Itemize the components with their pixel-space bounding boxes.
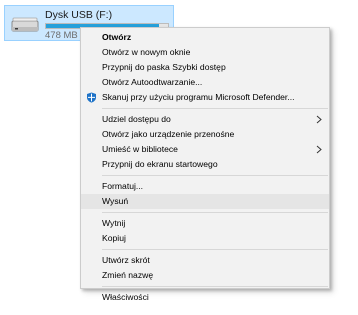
menu-item-label: Kopiuj [102,233,126,243]
menu-item-open-portable-device[interactable]: Otwórz jako urządzenie przenośne [81,127,329,142]
menu-separator [102,212,328,213]
chevron-right-icon [316,145,322,154]
menu-item-label: Umieść w bibliotece [102,144,178,154]
menu-item-copy[interactable]: Kopiuj [81,231,329,246]
menu-item-open-autoplay[interactable]: Otwórz Autoodtwarzanie... [81,75,329,90]
menu-separator [102,175,328,176]
drive-name: Dysk USB (F:) [45,9,113,21]
menu-item-label: Otwórz Autoodtwarzanie... [102,77,203,87]
menu-item-label: Wytnij [102,218,126,228]
menu-item-label: Otwórz w nowym oknie [102,47,191,57]
menu-item-format[interactable]: Formatuj... [81,179,329,194]
menu-item-label: Utwórz skrót [102,255,150,265]
shield-icon [87,92,96,103]
menu-item-label: Zmień nazwę [102,270,154,280]
menu-item-open-new-window[interactable]: Otwórz w nowym oknie [81,45,329,60]
usb-drive-icon [11,17,39,32]
menu-item-label: Przypnij do paska Szybki dostęp [102,62,226,72]
menu-item-label: Formatuj... [102,181,144,191]
menu-item-label: Otwórz jako urządzenie przenośne [102,129,235,139]
menu-item-label: Udziel dostępu do [102,114,171,124]
menu-item-label: Otwórz [102,32,132,42]
menu-item-pin-quick-access[interactable]: Przypnij do paska Szybki dostęp [81,60,329,75]
menu-separator [102,286,328,287]
menu-item-label: Przypnij do ekranu startowego [102,159,218,169]
menu-item-pin-to-start[interactable]: Przypnij do ekranu startowego [81,157,329,172]
menu-separator [102,108,328,109]
menu-item-give-access[interactable]: Udziel dostępu do [81,112,329,127]
context-menu: Otwórz Otwórz w nowym oknie Przypnij do … [80,27,330,302]
menu-separator [102,249,328,250]
menu-item-scan-defender[interactable]: Skanuj przy użyciu programu Microsoft De… [81,90,329,105]
desktop-area: Dysk USB (F:) 478 MB w Otwórz Otwórz w n… [0,0,358,315]
menu-item-open[interactable]: Otwórz [81,30,329,45]
menu-item-cut[interactable]: Wytnij [81,216,329,231]
chevron-right-icon [316,115,322,124]
menu-item-eject[interactable]: Wysuń [81,194,329,209]
menu-item-label: Skanuj przy użyciu programu Microsoft De… [102,92,295,102]
menu-item-rename[interactable]: Zmień nazwę [81,268,329,283]
menu-item-label: Wysuń [102,196,129,206]
menu-item-create-shortcut[interactable]: Utwórz skrót [81,253,329,268]
menu-item-properties[interactable]: Właściwości [81,290,329,305]
menu-item-label: Właściwości [102,292,149,302]
menu-item-include-in-library[interactable]: Umieść w bibliotece [81,142,329,157]
